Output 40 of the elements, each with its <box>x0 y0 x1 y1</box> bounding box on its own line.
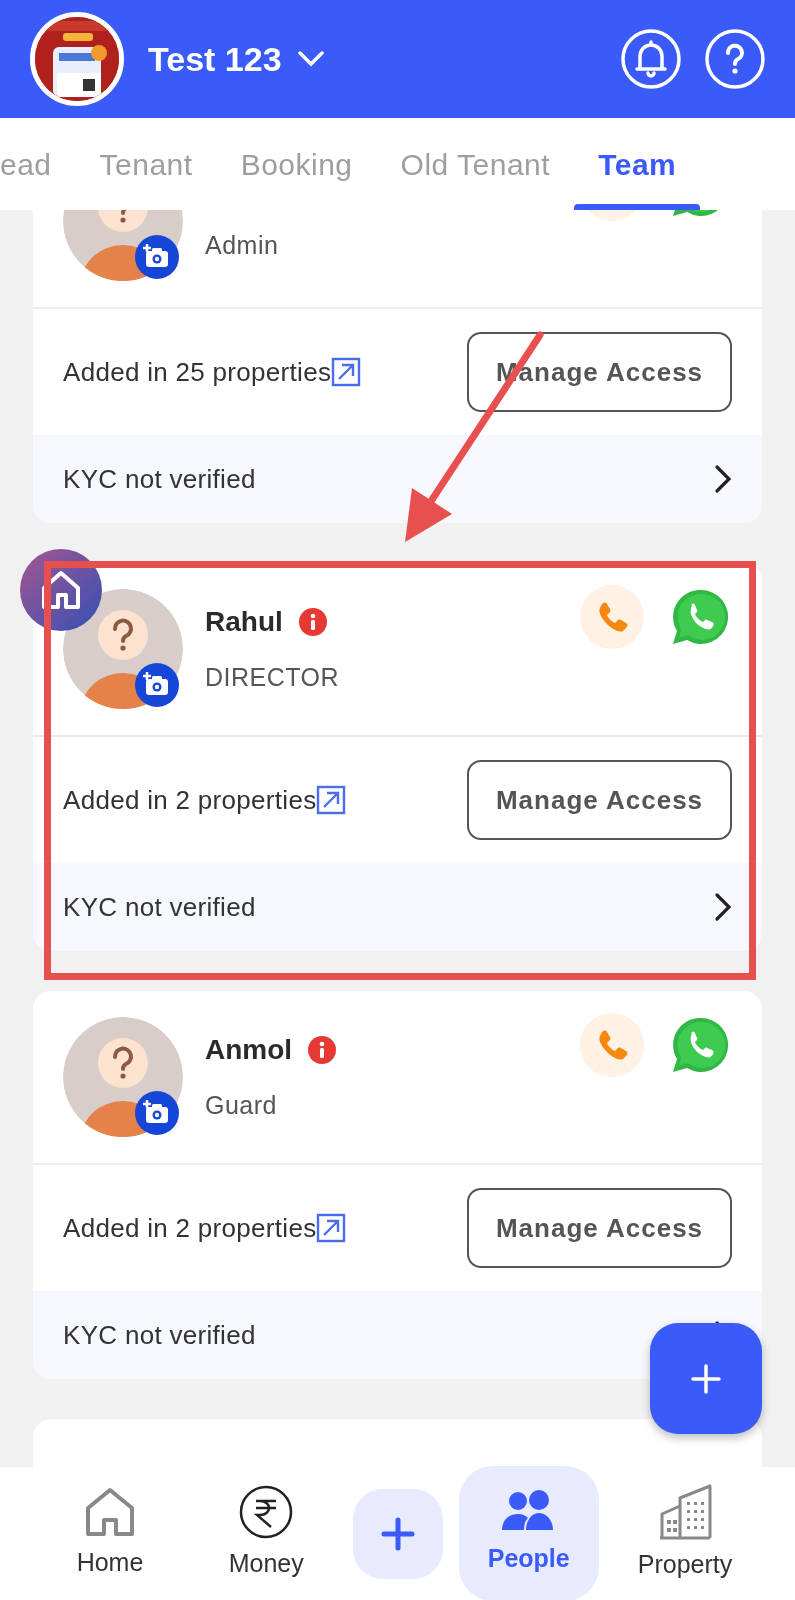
home-icon <box>39 568 83 612</box>
kyc-status-row[interactable]: KYC not verified <box>33 863 762 951</box>
chevron-down-icon <box>297 51 324 67</box>
add-photo-icon[interactable] <box>135 1091 179 1135</box>
notification-bell-icon[interactable] <box>621 29 681 89</box>
chevron-right-icon[interactable] <box>714 464 732 494</box>
rupee-coin-icon <box>239 1484 294 1539</box>
nav-item[interactable]: Property <box>615 1466 755 1600</box>
manage-access-button[interactable]: Manage Access <box>467 760 732 840</box>
nav-item[interactable]: People <box>458 1466 599 1600</box>
plus-icon <box>380 1516 415 1551</box>
nav-item[interactable]: Money <box>196 1466 337 1600</box>
manage-access-button[interactable]: Manage Access <box>467 1188 732 1268</box>
add-photo-icon[interactable] <box>135 663 179 707</box>
tab[interactable]: Team <box>574 118 701 210</box>
info-icon[interactable] <box>308 1036 337 1065</box>
add-photo-icon[interactable] <box>135 235 179 279</box>
open-link-icon[interactable] <box>331 357 362 387</box>
member-role: Admin <box>205 230 279 262</box>
add-button[interactable] <box>650 1323 762 1434</box>
properties-count: Added in 2 properties <box>63 783 317 817</box>
buildings-icon <box>658 1483 712 1540</box>
properties-count: Added in 2 properties <box>63 1211 317 1245</box>
kyc-status-row[interactable]: KYC not verified <box>33 1291 762 1379</box>
info-icon[interactable] <box>298 608 327 637</box>
nav-item[interactable]: Home <box>40 1466 180 1600</box>
help-icon[interactable] <box>705 29 765 89</box>
member-role: Guard <box>205 1090 278 1122</box>
kyc-status-row[interactable]: KYC not verified <box>33 435 762 523</box>
properties-count: Added in 25 properties <box>63 355 332 389</box>
member-name: Anmol <box>205 1033 293 1068</box>
property-selector[interactable]: Test 123 <box>148 33 324 85</box>
plus-icon <box>691 1363 721 1394</box>
member-name: Rahul <box>205 605 283 640</box>
add-button[interactable] <box>352 1488 443 1579</box>
home-icon <box>84 1485 136 1538</box>
open-link-icon[interactable] <box>316 785 347 815</box>
open-link-icon[interactable] <box>316 1213 347 1243</box>
chevron-right-icon[interactable] <box>714 892 732 922</box>
member-role: DIRECTOR <box>205 662 340 694</box>
